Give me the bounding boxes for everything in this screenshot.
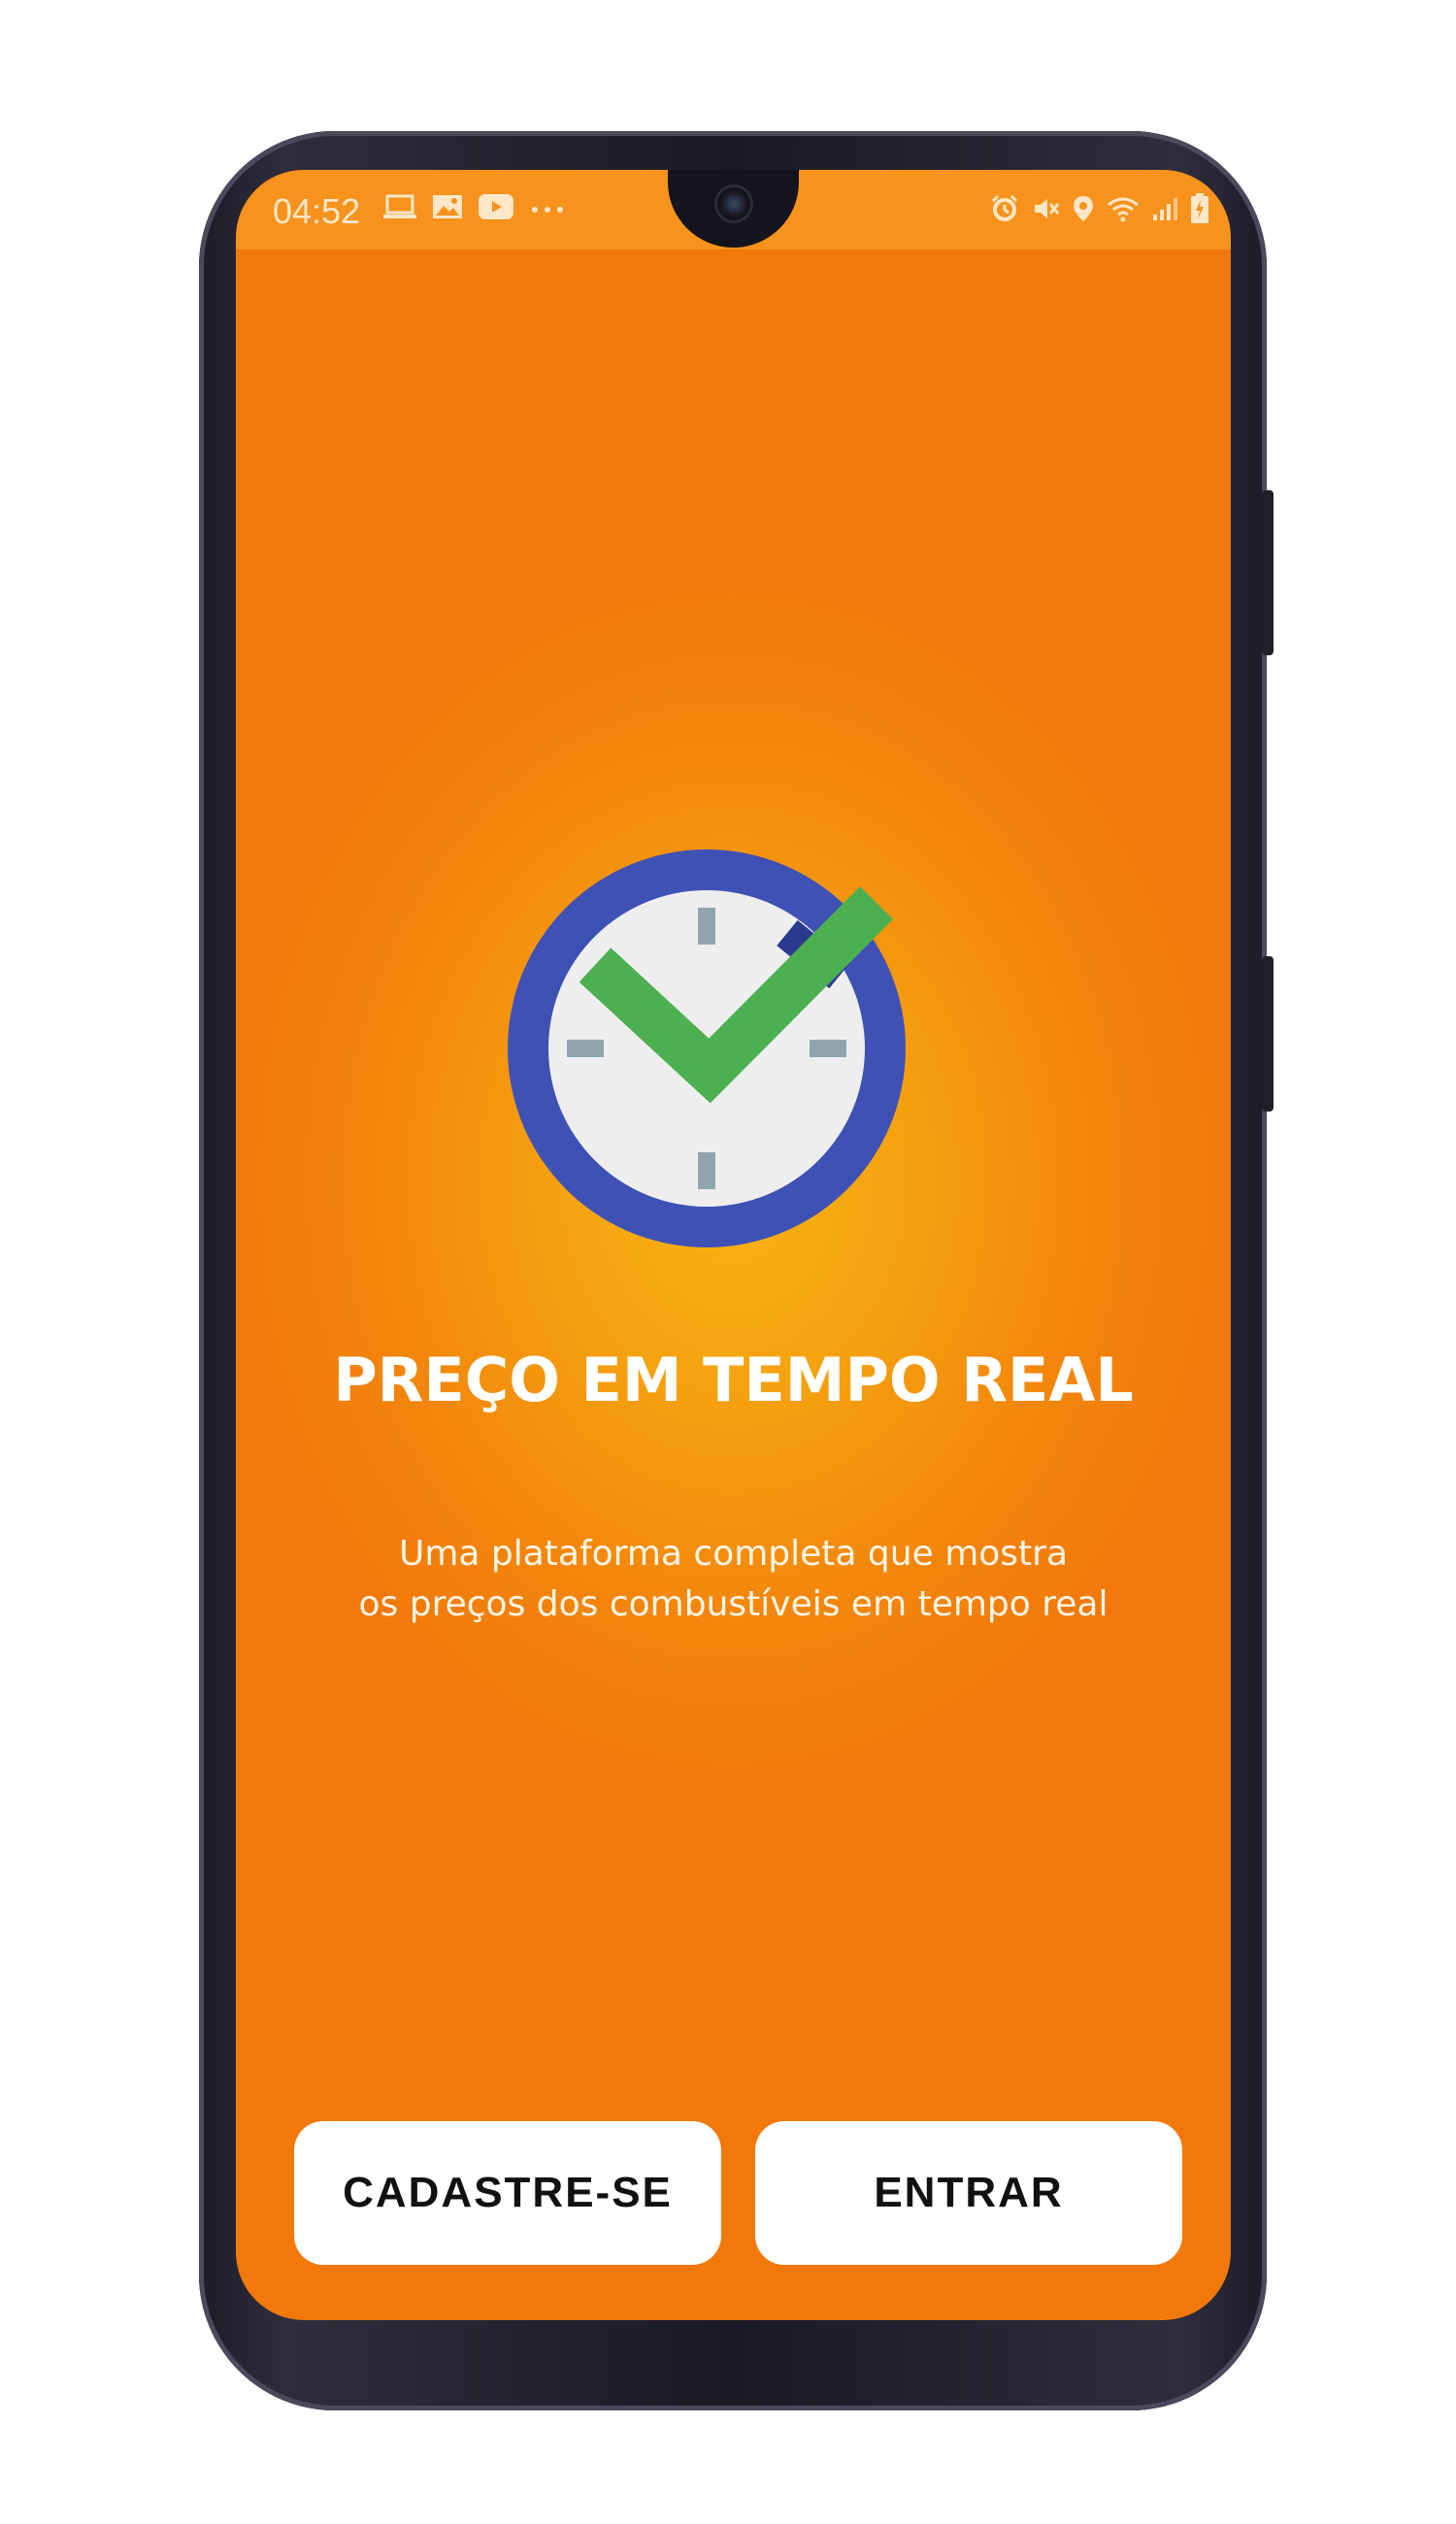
page-subtitle: Uma plataforma completa que mostra os pr… <box>236 1529 1231 1630</box>
mute-icon <box>1031 194 1060 227</box>
signup-button[interactable]: CADASTRE-SE <box>294 2121 721 2265</box>
more-dots-icon <box>529 200 568 218</box>
enter-button[interactable]: ENTRAR <box>755 2121 1182 2265</box>
clock-check-icon <box>508 849 906 1247</box>
subtitle-line-1: Uma plataforma completa que mostra <box>398 1534 1069 1574</box>
status-icons-right <box>990 193 1209 228</box>
front-camera <box>716 187 750 220</box>
laptop-icon <box>383 193 416 224</box>
power-button <box>1262 956 1274 1112</box>
wifi-icon <box>1107 195 1140 226</box>
youtube-icon <box>479 194 513 223</box>
battery-icon <box>1190 193 1209 228</box>
page-title: PREÇO EM TEMPO REAL <box>333 1345 1134 1415</box>
status-icons-left <box>383 193 568 224</box>
signal-icon <box>1151 195 1178 226</box>
volume-button <box>1262 490 1274 655</box>
image-icon <box>432 193 463 224</box>
subtitle-line-2: os preços dos combustíveis em tempo real <box>358 1584 1109 1624</box>
status-time: 04:52 <box>273 191 361 231</box>
location-icon <box>1072 194 1095 227</box>
app-screen: 04:52 PREÇO EM TEMPO REAL Uma plataforma… <box>236 170 1231 2320</box>
alarm-icon <box>990 194 1019 227</box>
